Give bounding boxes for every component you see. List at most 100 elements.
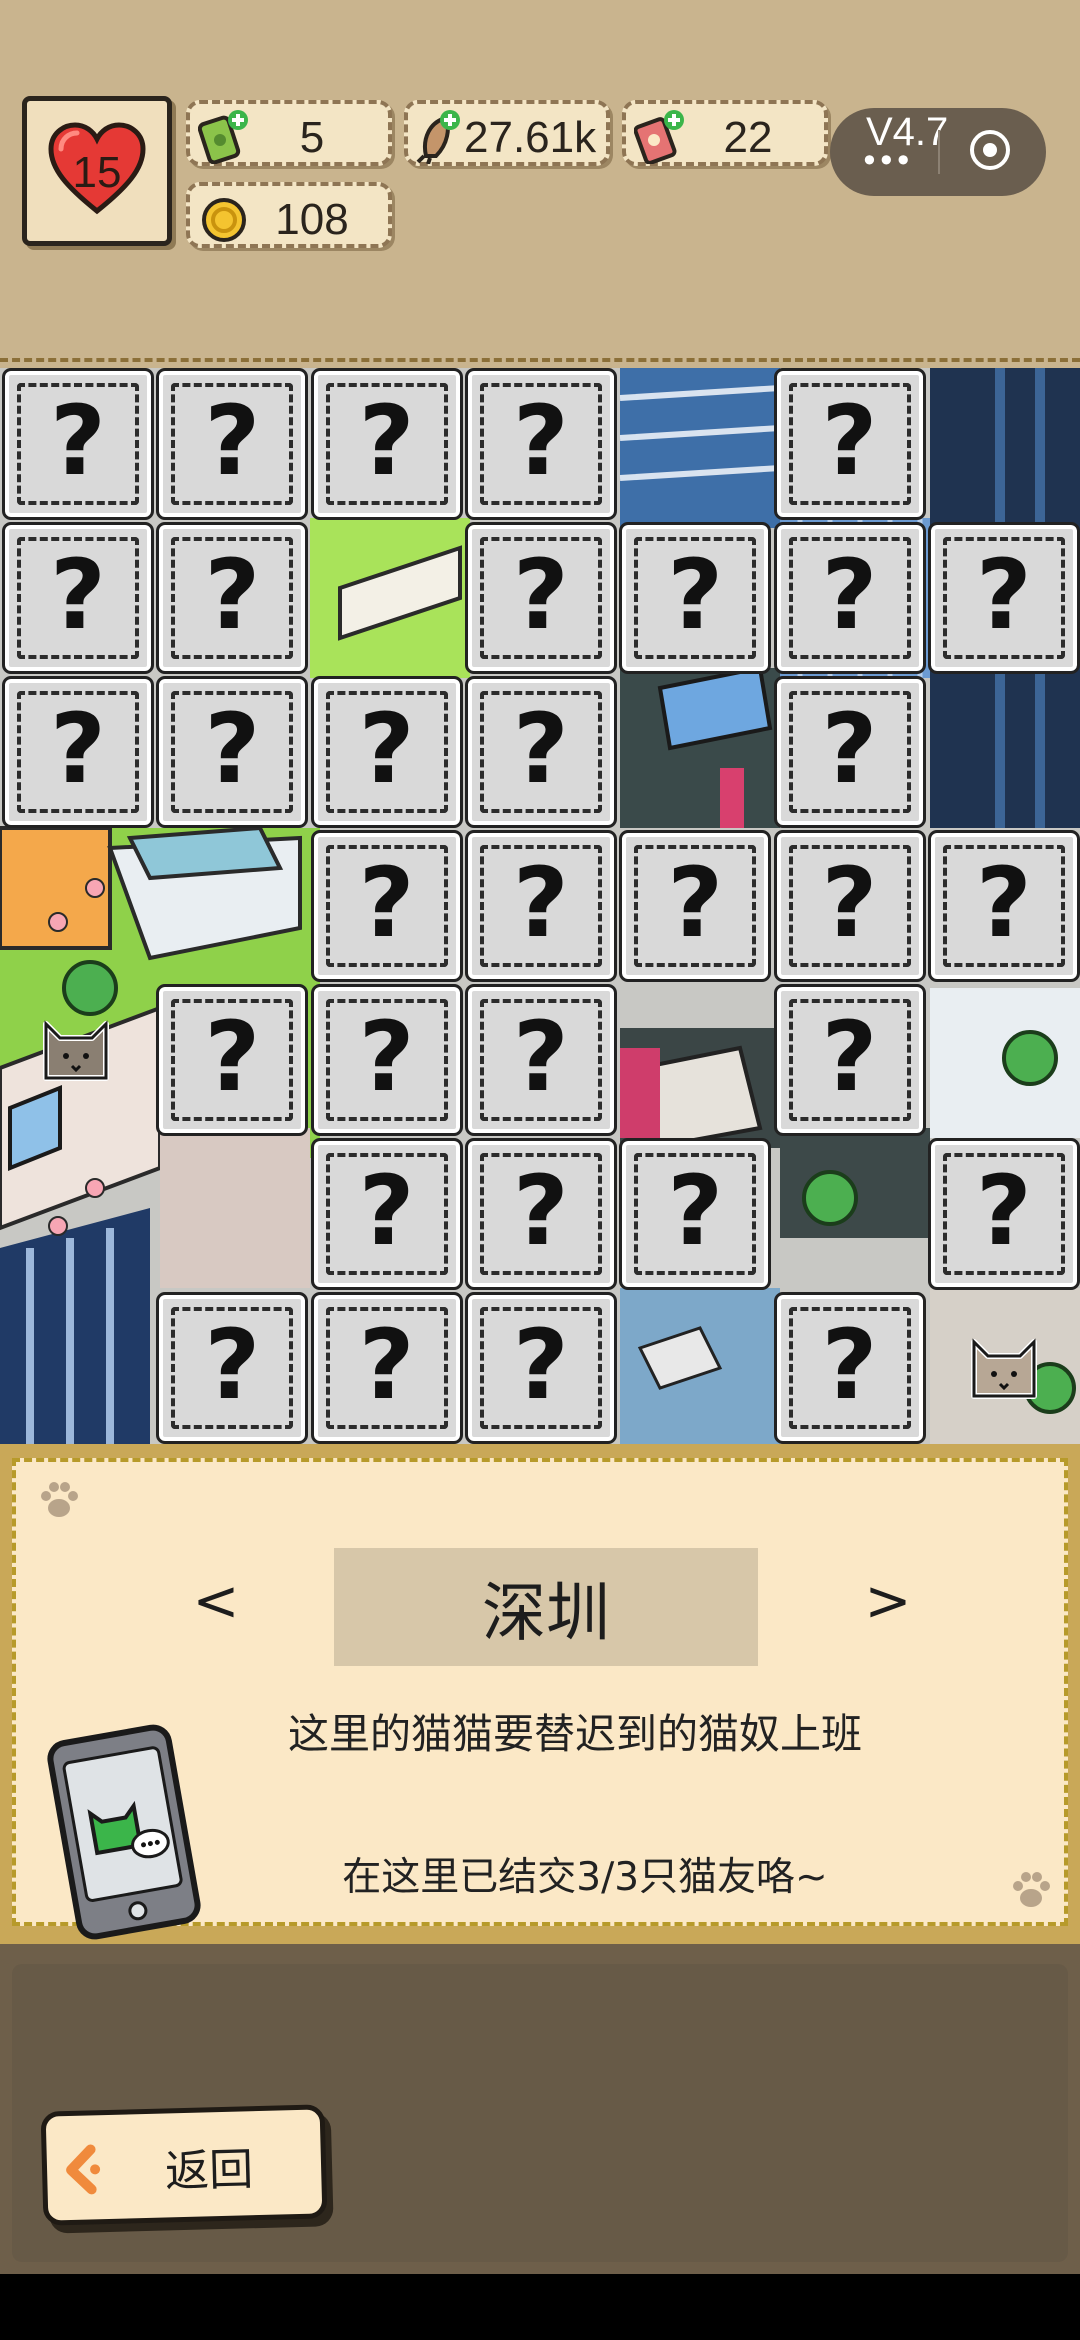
cash-icon (198, 110, 248, 164)
lives-box[interactable]: 15 (22, 96, 172, 246)
mini-program-capsule: V4.7 ••• (830, 108, 1046, 196)
question-mark-tile[interactable]: ? (310, 676, 463, 828)
cat-head-icon[interactable] (966, 1326, 1042, 1402)
question-mark-icon: ? (513, 385, 569, 497)
card-pack-icon (634, 110, 684, 164)
question-mark-icon: ? (50, 385, 106, 497)
question-mark-tile[interactable]: ? (619, 830, 772, 982)
system-nav-bar (0, 2274, 1080, 2340)
cash-value: 5 (299, 113, 325, 162)
question-mark-tile[interactable]: ? (773, 676, 926, 828)
question-mark-icon: ? (204, 1309, 261, 1421)
question-mark-tile[interactable]: ? (464, 522, 617, 674)
question-mark-tile[interactable]: ? (156, 676, 309, 828)
question-mark-icon: ? (975, 539, 1032, 651)
question-mark-icon: ? (667, 539, 724, 651)
question-mark-icon: ? (513, 847, 569, 959)
question-mark-icon: ? (975, 1155, 1032, 1267)
question-mark-icon: ? (358, 847, 415, 959)
question-mark-icon: ? (821, 385, 878, 497)
question-mark-tile[interactable]: ? (156, 368, 309, 520)
question-mark-icon: ? (821, 693, 878, 805)
fish-value: 27.61k (464, 113, 597, 162)
question-mark-icon: ? (821, 847, 878, 959)
question-mark-icon: ? (204, 385, 261, 497)
question-mark-tile[interactable]: ? (2, 368, 154, 520)
question-mark-icon: ? (513, 1309, 569, 1421)
question-mark-icon: ? (204, 693, 261, 805)
question-mark-tile[interactable]: ? (773, 830, 926, 982)
question-mark-icon: ? (50, 693, 106, 805)
coins-value: 108 (275, 195, 349, 244)
question-mark-tile[interactable]: ? (156, 1292, 309, 1444)
question-mark-icon: ? (513, 1155, 569, 1267)
capsule-divider (938, 130, 940, 174)
cash-counter[interactable]: 5 (186, 100, 392, 166)
cards-counter[interactable]: 22 (622, 100, 828, 166)
question-mark-tile[interactable]: ? (619, 1138, 772, 1290)
coins-counter[interactable]: 108 (186, 182, 392, 248)
question-mark-tile[interactable]: ? (464, 1138, 617, 1290)
question-mark-icon: ? (358, 1155, 415, 1267)
question-mark-tile[interactable]: ? (464, 984, 617, 1136)
resource-header: 15 5 27.61k 22 108 V4.7 ••• (0, 0, 1080, 362)
question-mark-icon: ? (513, 693, 569, 805)
question-mark-icon: ? (358, 385, 415, 497)
next-city-button[interactable]: > (828, 1562, 948, 1642)
question-mark-tile[interactable]: ? (464, 1292, 617, 1444)
question-mark-icon: ? (204, 1001, 261, 1113)
question-mark-tile[interactable]: ? (927, 1138, 1080, 1290)
question-mark-icon: ? (50, 539, 106, 651)
question-mark-tile[interactable]: ? (2, 676, 154, 828)
question-mark-icon: ? (975, 847, 1032, 959)
dried-fish-icon (416, 110, 460, 164)
question-mark-tile[interactable]: ? (464, 830, 617, 982)
question-mark-tile[interactable]: ? (464, 676, 617, 828)
lives-count: 15 (72, 148, 122, 197)
question-mark-icon: ? (204, 539, 261, 651)
question-mark-tile[interactable]: ? (619, 522, 772, 674)
back-button[interactable]: 返回 (40, 2104, 328, 2226)
question-mark-tile[interactable]: ? (310, 830, 463, 982)
city-map: ????????????????????????????????? (0, 368, 1080, 1444)
city-description: 这里的猫猫要替迟到的猫奴上班 (288, 1710, 862, 1758)
question-mark-icon: ? (667, 847, 724, 959)
city-info-panel: < 深圳 > 这里的猫猫要替迟到的猫奴上班 在这里已结交3/3只猫友咯~ (12, 1458, 1068, 1940)
question-mark-icon: ? (513, 1001, 569, 1113)
question-mark-tile[interactable]: ? (927, 830, 1080, 982)
close-target-icon[interactable] (970, 130, 1010, 170)
back-button-label: 返回 (164, 2144, 254, 2198)
chevron-left-icon (66, 2144, 101, 2195)
coin-icon (202, 198, 246, 242)
city-name: 深圳 (482, 1577, 610, 1651)
more-menu-icon[interactable]: ••• (860, 142, 913, 180)
question-mark-tile[interactable]: ? (773, 522, 926, 674)
paw-print-icon (41, 1482, 78, 1517)
question-mark-icon: ? (358, 693, 415, 805)
prev-city-button[interactable]: < (156, 1562, 276, 1642)
fish-counter[interactable]: 27.61k (404, 100, 610, 166)
cat-head-icon[interactable] (38, 1008, 114, 1084)
question-mark-tile[interactable]: ? (156, 984, 309, 1136)
question-mark-tile[interactable]: ? (2, 522, 154, 674)
question-mark-tile[interactable]: ? (310, 984, 463, 1136)
question-mark-tile[interactable]: ? (464, 368, 617, 520)
question-mark-icon: ? (358, 1001, 415, 1113)
question-mark-icon: ? (821, 1001, 878, 1113)
cat-friends-progress: 在这里已结交3/3只猫友咯~ (342, 1855, 828, 1900)
question-mark-tile[interactable]: ? (310, 368, 463, 520)
question-mark-tile[interactable]: ? (773, 368, 926, 520)
question-mark-icon: ? (358, 1309, 415, 1421)
question-mark-icon: ? (667, 1155, 724, 1267)
question-mark-tile[interactable]: ? (156, 522, 309, 674)
question-mark-tile[interactable]: ? (310, 1292, 463, 1444)
city-info-frame: < 深圳 > 这里的猫猫要替迟到的猫奴上班 在这里已结交3/3只猫友咯~ (0, 1444, 1080, 1944)
question-mark-tile[interactable]: ? (773, 1292, 926, 1444)
question-mark-tile[interactable]: ? (773, 984, 926, 1136)
question-mark-tile[interactable]: ? (927, 522, 1080, 674)
question-mark-icon: ? (821, 539, 878, 651)
cards-value: 22 (723, 113, 773, 162)
phone-chat-icon (47, 1724, 201, 1940)
question-mark-icon: ? (821, 1309, 878, 1421)
question-mark-tile[interactable]: ? (310, 1138, 463, 1290)
